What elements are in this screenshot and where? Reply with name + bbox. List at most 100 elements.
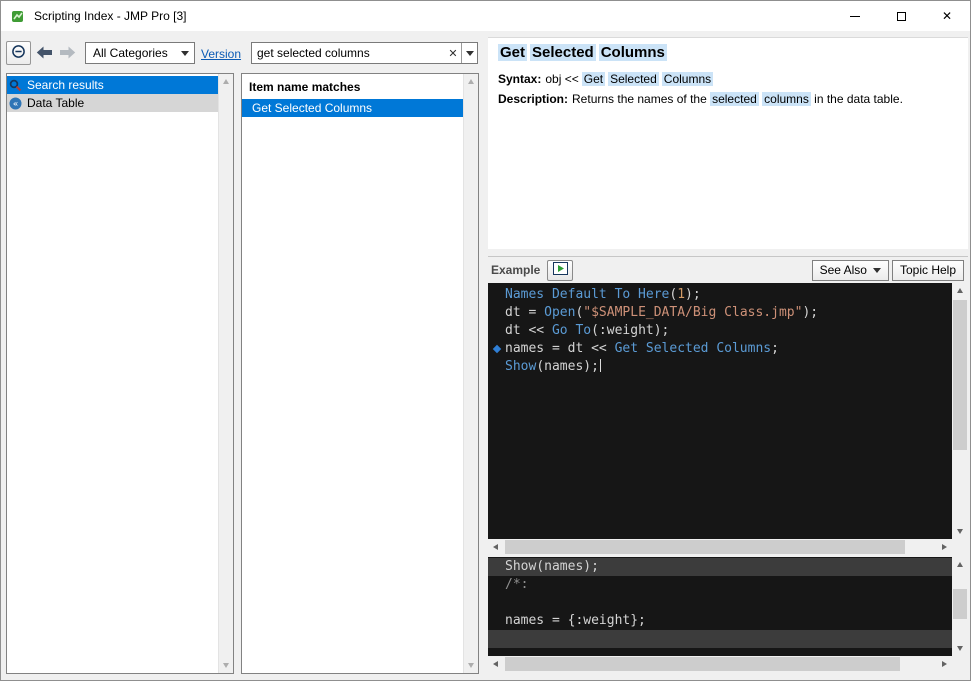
results-header: Item name matches bbox=[242, 76, 463, 99]
code-token: ; bbox=[771, 341, 779, 356]
diamond-icon bbox=[492, 345, 500, 353]
text-caret bbox=[600, 359, 601, 372]
scroll-up-button[interactable] bbox=[952, 283, 968, 298]
see-also-button[interactable]: See Also bbox=[812, 260, 889, 281]
syntax-word: Selected bbox=[608, 72, 659, 86]
circle-minus-icon bbox=[11, 44, 26, 62]
code-token: "$SAMPLE_DATA/Big Class.jmp" bbox=[583, 305, 802, 320]
topic-title: GetSelectedColumns bbox=[498, 44, 960, 61]
log-line bbox=[488, 630, 952, 648]
run-script-icon bbox=[553, 262, 568, 278]
categories-dropdown[interactable]: All Categories bbox=[85, 42, 195, 64]
see-also-label: See Also bbox=[820, 263, 867, 277]
remove-search-result-button[interactable] bbox=[6, 41, 31, 65]
scroll-right-button[interactable] bbox=[937, 539, 952, 555]
scrollbar-corner bbox=[952, 539, 968, 555]
syntax-word: Columns bbox=[662, 72, 713, 86]
maximize-button[interactable] bbox=[878, 1, 924, 31]
scrollbar-corner bbox=[952, 656, 968, 672]
code-editor[interactable]: Names Default To Here(1);dt = Open("$SAM… bbox=[488, 283, 952, 539]
forward-button[interactable] bbox=[56, 45, 79, 62]
categories-dropdown-value: All Categories bbox=[93, 46, 181, 60]
description-highlight: selected bbox=[710, 92, 759, 106]
editor-horizontal-scrollbar[interactable] bbox=[488, 539, 952, 555]
app-icon bbox=[10, 8, 26, 24]
scroll-up-button[interactable] bbox=[219, 74, 233, 89]
gutter bbox=[488, 286, 505, 304]
search-history-dropdown[interactable] bbox=[462, 51, 477, 56]
clear-search-icon[interactable]: ✕ bbox=[445, 47, 461, 60]
close-button[interactable]: ✕ bbox=[924, 1, 970, 31]
syntax-prefix: obj << bbox=[545, 72, 578, 86]
triangle-up-icon bbox=[468, 79, 474, 84]
scroll-down-button[interactable] bbox=[952, 641, 968, 656]
code-line: dt << Go To(:weight); bbox=[488, 322, 952, 340]
log-line: /*: bbox=[488, 576, 952, 594]
category-scrollbar[interactable] bbox=[218, 74, 233, 673]
log-horizontal-scrollbar[interactable] bbox=[488, 656, 952, 672]
triangle-left-icon bbox=[493, 661, 498, 667]
description-line: Description: Returns the names of the sel… bbox=[498, 91, 960, 107]
gutter bbox=[488, 322, 505, 340]
scrollbar-thumb[interactable] bbox=[953, 589, 967, 619]
maximize-icon bbox=[897, 12, 906, 21]
code-token: (names); bbox=[536, 359, 599, 374]
description-fragment: Returns the names of the bbox=[572, 92, 710, 106]
scrollbar-thumb[interactable] bbox=[953, 300, 967, 450]
scroll-down-button[interactable] bbox=[219, 658, 233, 673]
code-line: Names Default To Here(1); bbox=[488, 286, 952, 304]
triangle-up-icon bbox=[957, 288, 963, 293]
sidebar-item-data-table[interactable]: « Data Table bbox=[7, 94, 218, 112]
results-content: Item name matches Get Selected Columns bbox=[242, 74, 463, 673]
triangle-right-icon bbox=[942, 661, 947, 667]
minimize-button[interactable] bbox=[832, 1, 878, 31]
triangle-down-icon bbox=[468, 663, 474, 668]
results-scrollbar[interactable] bbox=[463, 74, 478, 673]
title-word: Selected bbox=[530, 44, 596, 61]
scroll-down-button[interactable] bbox=[464, 658, 478, 673]
description-fragment: in the data table. bbox=[811, 92, 903, 106]
execution-marker-icon bbox=[488, 340, 505, 358]
sidebar-item-label: Search results bbox=[27, 78, 104, 92]
svg-text:«: « bbox=[13, 99, 19, 109]
scroll-up-button[interactable] bbox=[952, 557, 968, 572]
run-example-button[interactable] bbox=[547, 260, 573, 281]
version-link[interactable]: Version bbox=[201, 47, 241, 61]
title-word: Get bbox=[498, 44, 527, 61]
sidebar-item-search-results[interactable]: Search results bbox=[7, 76, 218, 94]
scrollbar-thumb[interactable] bbox=[505, 540, 905, 554]
scroll-left-button[interactable] bbox=[488, 539, 503, 555]
result-item[interactable]: Get Selected Columns bbox=[242, 99, 463, 117]
syntax-label: Syntax: bbox=[498, 72, 541, 86]
scrollbar-thumb[interactable] bbox=[505, 657, 900, 671]
editor-vertical-scrollbar[interactable] bbox=[952, 283, 968, 539]
chevron-down-icon bbox=[466, 51, 474, 56]
scroll-left-button[interactable] bbox=[488, 656, 503, 672]
window-controls: ✕ bbox=[832, 1, 970, 31]
gutter bbox=[488, 304, 505, 322]
code-line: dt = Open("$SAMPLE_DATA/Big Class.jmp"); bbox=[488, 304, 952, 322]
code-token: dt << bbox=[505, 323, 552, 338]
log-panel[interactable]: Show(names);/*:names = {:weight}; bbox=[488, 557, 952, 656]
topic-help-button[interactable]: Topic Help bbox=[892, 260, 964, 281]
scroll-down-button[interactable] bbox=[952, 524, 968, 539]
example-label: Example bbox=[491, 263, 540, 277]
category-list: Search results « Data Table bbox=[7, 74, 218, 673]
scroll-right-button[interactable] bbox=[937, 656, 952, 672]
sidebar-item-label: Data Table bbox=[27, 96, 84, 110]
back-button[interactable] bbox=[33, 45, 56, 62]
triangle-down-icon bbox=[957, 529, 963, 534]
syntax-words: GetSelectedColumns bbox=[582, 72, 716, 86]
triangle-right-icon bbox=[942, 544, 947, 550]
log-line: names = {:weight}; bbox=[488, 612, 952, 630]
scroll-up-button[interactable] bbox=[464, 74, 478, 89]
window-title: Scripting Index - JMP Pro [3] bbox=[34, 9, 187, 23]
data-table-icon: « bbox=[9, 97, 23, 110]
description-label: Description: bbox=[498, 92, 568, 106]
description-highlight: columns bbox=[762, 92, 811, 106]
topic-help-label: Topic Help bbox=[900, 263, 956, 277]
code-token: names = dt << bbox=[505, 341, 615, 356]
log-vertical-scrollbar[interactable] bbox=[952, 557, 968, 656]
forward-arrow-icon bbox=[59, 46, 76, 62]
search-input[interactable] bbox=[252, 43, 445, 63]
